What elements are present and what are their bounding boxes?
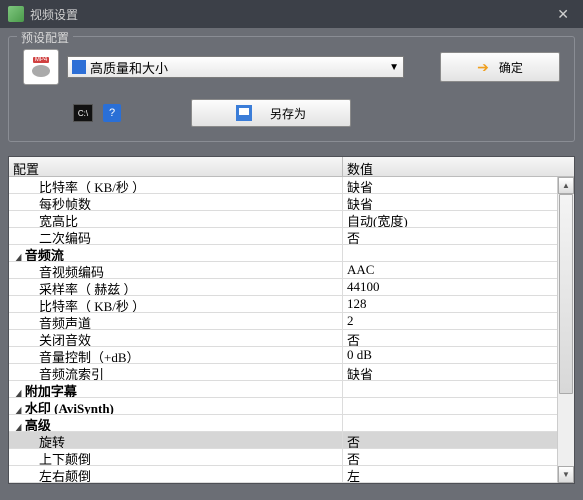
window-title: 视频设置	[30, 6, 551, 23]
grid-cell-value[interactable]: 右	[343, 483, 574, 484]
grid-cell-label: 音视频编码	[9, 262, 343, 278]
grid-cell-value[interactable]: 左	[343, 466, 574, 482]
ok-button-label: 确定	[499, 59, 523, 76]
header-value[interactable]: 数值	[343, 157, 574, 176]
grid-row[interactable]: 上下颠倒否	[9, 449, 574, 466]
grid-cell-value	[343, 398, 574, 414]
grid-cell-value[interactable]: 否	[343, 228, 574, 244]
grid-cell-value[interactable]: 否▾	[343, 432, 574, 448]
grid-cell-label: 比特率（ KB/秒 ）	[9, 296, 343, 312]
grid-cell-label: 反交错	[9, 483, 343, 484]
grid-cell-label: 旋转	[9, 432, 343, 448]
grid-cell-label: 关闭音效	[9, 330, 343, 346]
help-icon[interactable]: ?	[103, 104, 121, 122]
grid-cell-label: 上下颠倒	[9, 449, 343, 465]
settings-grid: 配置 数值 比特率（ KB/秒 ）缺省每秒帧数缺省宽高比自动(宽度)二次编码否音…	[8, 156, 575, 484]
floppy-disk-icon	[236, 105, 252, 121]
close-button[interactable]: ✕	[551, 4, 575, 25]
preset-select-value: 高质量和大小	[90, 58, 389, 77]
grid-cell-value[interactable]: 否	[343, 449, 574, 465]
grid-cell-value[interactable]: 否	[343, 330, 574, 346]
grid-row[interactable]: 关闭音效否	[9, 330, 574, 347]
grid-row[interactable]: 音频流索引缺省	[9, 364, 574, 381]
preset-group: 预设配置 MP4 高质量和大小 ▼ ➔ 确定 C:\ ? 另存为	[8, 36, 575, 142]
grid-row[interactable]: 音量控制（+dB）0 dB	[9, 347, 574, 364]
grid-row[interactable]: 音视频编码AAC	[9, 262, 574, 279]
grid-cell-label: 左右颠倒	[9, 466, 343, 482]
scroll-thumb[interactable]	[559, 194, 573, 394]
grid-cell-value[interactable]: 128	[343, 296, 574, 312]
grid-cell-value	[343, 415, 574, 431]
grid-row[interactable]: 二次编码否	[9, 228, 574, 245]
save-as-button[interactable]: 另存为	[191, 99, 351, 127]
grid-cell-value[interactable]: AAC	[343, 262, 574, 278]
grid-row[interactable]: 比特率（ KB/秒 ）缺省	[9, 177, 574, 194]
grid-cell-value	[343, 381, 574, 397]
grid-row[interactable]: 音频声道2	[9, 313, 574, 330]
grid-cell-label: 音量控制（+dB）	[9, 347, 343, 363]
grid-group-row[interactable]: 水印 (AviSynth)	[9, 398, 574, 415]
grid-group-row[interactable]: 高级	[9, 415, 574, 432]
grid-group-row[interactable]: 音频流	[9, 245, 574, 262]
scroll-up-icon[interactable]: ▲	[558, 177, 574, 194]
mp4-icon: MP4	[23, 49, 59, 85]
ok-button[interactable]: ➔ 确定	[440, 52, 560, 82]
grid-cell-label: 高级	[9, 415, 343, 431]
grid-cell-value[interactable]: 缺省	[343, 177, 574, 193]
preset-legend: 预设配置	[17, 29, 73, 46]
grid-cell-label: 比特率（ KB/秒 ）	[9, 177, 343, 193]
grid-cell-value	[343, 245, 574, 261]
grid-cell-value[interactable]: 44100	[343, 279, 574, 295]
console-icon[interactable]: C:\	[73, 104, 93, 122]
grid-cell-label: 水印 (AviSynth)	[9, 398, 343, 414]
grid-cell-value[interactable]: 0 dB	[343, 347, 574, 363]
grid-cell-label: 附加字幕	[9, 381, 343, 397]
preset-indicator-icon	[72, 60, 86, 74]
scrollbar[interactable]: ▲ ▼	[557, 177, 574, 483]
grid-row[interactable]: 宽高比自动(宽度)	[9, 211, 574, 228]
grid-cell-label: 二次编码	[9, 228, 343, 244]
grid-row[interactable]: 每秒帧数缺省	[9, 194, 574, 211]
scroll-down-icon[interactable]: ▼	[558, 466, 574, 483]
grid-row[interactable]: 比特率（ KB/秒 ）128	[9, 296, 574, 313]
grid-cell-label: 音频流	[9, 245, 343, 261]
preset-select[interactable]: 高质量和大小 ▼	[67, 56, 404, 78]
grid-row[interactable]: 反交错右	[9, 483, 574, 484]
arrow-right-icon: ➔	[477, 59, 489, 76]
grid-cell-value[interactable]: 缺省	[343, 194, 574, 210]
grid-cell-label: 每秒帧数	[9, 194, 343, 210]
grid-cell-value[interactable]: 缺省	[343, 364, 574, 380]
grid-group-row[interactable]: 附加字幕	[9, 381, 574, 398]
grid-row[interactable]: 左右颠倒左	[9, 466, 574, 483]
app-icon	[8, 6, 24, 22]
grid-cell-label: 音频流索引	[9, 364, 343, 380]
grid-cell-label: 采样率（ 赫兹 ）	[9, 279, 343, 295]
header-config[interactable]: 配置	[9, 157, 343, 176]
grid-cell-label: 音频声道	[9, 313, 343, 329]
grid-row[interactable]: 旋转否▾	[9, 432, 574, 449]
grid-row[interactable]: 采样率（ 赫兹 ）44100	[9, 279, 574, 296]
grid-cell-label: 宽高比	[9, 211, 343, 227]
grid-cell-value[interactable]: 自动(宽度)	[343, 211, 574, 227]
chevron-down-icon: ▼	[389, 62, 399, 73]
save-as-label: 另存为	[270, 105, 306, 122]
grid-cell-value[interactable]: 2	[343, 313, 574, 329]
